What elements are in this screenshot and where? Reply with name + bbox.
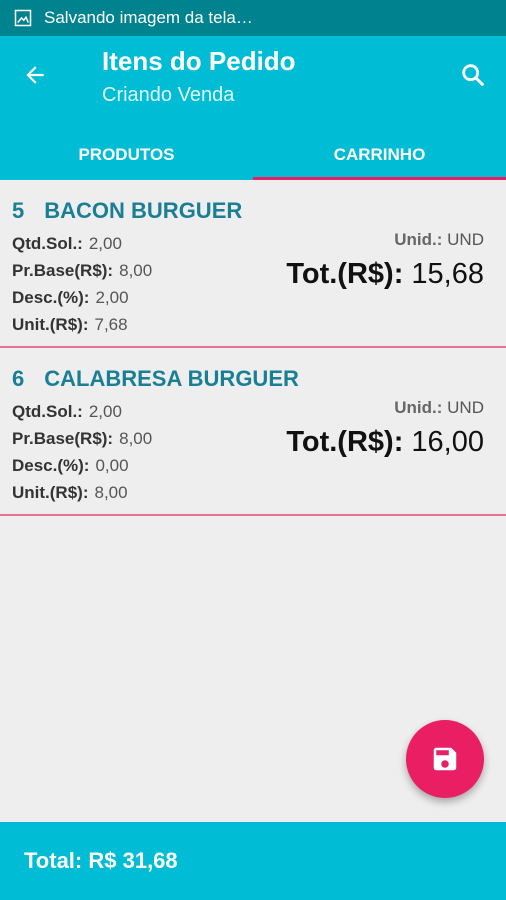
prbase-value: 8,00 <box>119 429 153 448</box>
search-button[interactable] <box>456 58 490 92</box>
status-text: Salvando imagem da tela… <box>44 8 253 27</box>
unid: Unid.: UND <box>394 398 484 418</box>
item-fields: Qtd.Sol.: 2,00 Pr.Base(R$): 8,00 Desc.(%):… <box>12 230 152 338</box>
prbase-label: Pr.Base(R$): <box>12 429 114 448</box>
item-name: BACON BURGUER <box>44 198 243 223</box>
item-fields: Qtd.Sol.: 2,00 Pr.Base(R$): 8,00 Desc.(%):… <box>12 398 152 506</box>
arrow-back-icon <box>26 66 44 84</box>
desc-label: Desc.(%): <box>12 288 90 307</box>
unit-value: 8,00 <box>94 483 128 502</box>
status-bar: Salvando imagem da tela… <box>0 0 506 36</box>
save-icon <box>433 747 457 771</box>
prbase-value: 8,00 <box>119 261 153 280</box>
app-bar: Itens do Pedido Criando Venda PRODUTOS C… <box>0 36 506 180</box>
unid-label: Unid.: <box>394 398 443 417</box>
tot-label: Tot.(R$): <box>286 258 404 290</box>
tab-produtos[interactable]: PRODUTOS <box>0 130 253 180</box>
qtd-value: 2,00 <box>88 234 122 253</box>
item-total: Tot.(R$): 15,68 <box>286 258 484 291</box>
item-total: Tot.(R$): 16,00 <box>286 426 484 459</box>
unit-value: 7,68 <box>94 315 128 334</box>
item-name: CALABRESA BURGUER <box>44 366 299 391</box>
prbase-label: Pr.Base(R$): <box>12 261 114 280</box>
item-code: 6 <box>12 366 25 391</box>
cart-list: 5 BACON BURGUER Qtd.Sol.: 2,00 Pr.Base(R$… <box>0 180 506 516</box>
page-subtitle: Criando Venda <box>102 84 235 106</box>
item-code: 5 <box>12 198 25 223</box>
page-title: Itens do Pedido <box>102 46 296 76</box>
qtd-label: Qtd.Sol.: <box>12 402 83 421</box>
tot-value: 15,68 <box>411 258 484 290</box>
desc-value: 0,00 <box>95 456 129 475</box>
tot-label: Tot.(R$): <box>286 426 404 458</box>
image-icon <box>14 9 32 27</box>
qtd-label: Qtd.Sol.: <box>12 234 83 253</box>
search-icon <box>462 64 484 86</box>
back-button[interactable] <box>18 58 52 92</box>
unid-value: UND <box>447 398 484 417</box>
desc-value: 2,00 <box>95 288 129 307</box>
unid-value: UND <box>447 230 484 249</box>
list-item[interactable]: 6 CALABRESA BURGUER Qtd.Sol.: 2,00 Pr.Bas… <box>0 348 506 516</box>
item-header: 5 BACON BURGUER <box>12 198 242 224</box>
unit-label: Unit.(R$): <box>12 483 89 502</box>
qtd-value: 2,00 <box>88 402 122 421</box>
unit-label: Unit.(R$): <box>12 315 89 334</box>
desc-label: Desc.(%): <box>12 456 90 475</box>
tab-carrinho[interactable]: CARRINHO <box>253 130 506 180</box>
order-total: Total: R$ 31,68 <box>24 848 178 873</box>
list-item[interactable]: 5 BACON BURGUER Qtd.Sol.: 2,00 Pr.Base(R$… <box>0 180 506 348</box>
item-header: 6 CALABRESA BURGUER <box>12 366 299 392</box>
tot-value: 16,00 <box>411 426 484 458</box>
unid-label: Unid.: <box>394 230 443 249</box>
footer-total-bar: Total: R$ 31,68 <box>0 822 506 900</box>
save-button[interactable] <box>406 720 484 798</box>
unid: Unid.: UND <box>394 230 484 250</box>
tab-bar: PRODUTOS CARRINHO <box>0 130 506 180</box>
